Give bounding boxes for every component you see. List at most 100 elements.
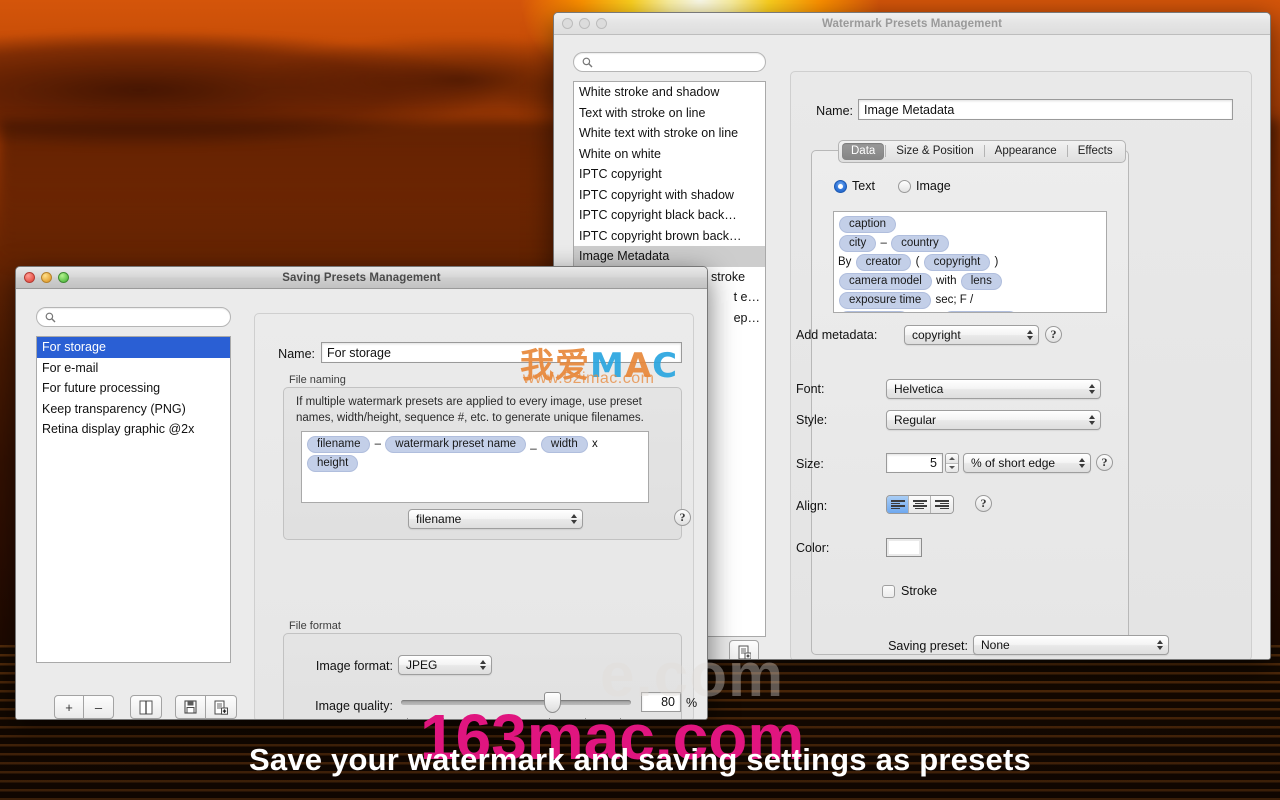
window-title: Watermark Presets Management bbox=[821, 17, 1003, 30]
saving-list-toolbar-duplicate[interactable] bbox=[130, 695, 162, 719]
image-quality-slider[interactable] bbox=[401, 692, 631, 714]
export-preset-button[interactable] bbox=[206, 695, 237, 719]
token-city[interactable]: city bbox=[839, 235, 877, 252]
align-center-button[interactable] bbox=[909, 496, 931, 513]
list-item[interactable]: Keep transparency (PNG) bbox=[37, 399, 230, 420]
radio-label-text: Text bbox=[852, 179, 875, 193]
image-format-popup[interactable]: JPEG bbox=[398, 655, 492, 675]
save-preset-button[interactable] bbox=[175, 695, 206, 719]
align-right-button[interactable] bbox=[931, 496, 953, 513]
list-item[interactable]: IPTC copyright with shadow bbox=[574, 185, 765, 206]
token-text-sec: sec; F / bbox=[935, 294, 974, 306]
radio-label-image: Image bbox=[916, 179, 951, 193]
size-unit-popup[interactable]: % of short edge bbox=[963, 453, 1091, 473]
source-radio-image[interactable]: Image bbox=[898, 179, 951, 193]
zoom-button[interactable] bbox=[596, 18, 607, 29]
source-radio-text[interactable]: Text bbox=[834, 179, 875, 193]
token-iso-speed[interactable]: ISO speed bbox=[943, 311, 1018, 312]
token-f-number[interactable]: F-number bbox=[839, 311, 909, 312]
list-item[interactable]: White on white bbox=[574, 144, 765, 165]
size-stepper[interactable] bbox=[945, 453, 959, 473]
align-help-button[interactable]: ? bbox=[975, 495, 992, 512]
list-item[interactable]: Text with stroke on line bbox=[574, 103, 765, 124]
list-item[interactable]: For e-mail bbox=[37, 358, 230, 379]
list-item[interactable]: White text with stroke on line bbox=[574, 123, 765, 144]
list-item[interactable]: Retina display graphic @2x bbox=[37, 419, 230, 440]
add-metadata-help-button[interactable]: ? bbox=[1045, 326, 1062, 343]
token-camera-model[interactable]: camera model bbox=[839, 273, 932, 290]
chevron-updown-icon bbox=[1025, 328, 1034, 342]
list-item-selected[interactable]: For storage bbox=[37, 337, 230, 358]
saving-list-toolbar-io[interactable] bbox=[175, 695, 237, 719]
align-segmented-control[interactable] bbox=[886, 495, 954, 514]
stroke-checkbox[interactable]: Stroke bbox=[882, 584, 937, 598]
token-copyright[interactable]: copyright bbox=[923, 254, 991, 271]
font-value: Helvetica bbox=[894, 382, 944, 396]
color-well[interactable] bbox=[886, 538, 922, 557]
remove-preset-button[interactable]: – bbox=[84, 695, 114, 719]
tab-appearance[interactable]: Appearance bbox=[986, 143, 1066, 160]
saving-search-input[interactable] bbox=[60, 310, 222, 324]
watermark-tabbar[interactable]: Data Size & Position Appearance Effects bbox=[838, 140, 1126, 163]
close-button[interactable] bbox=[24, 272, 35, 283]
list-item-selected[interactable]: Image Metadata bbox=[574, 246, 765, 267]
tab-size-position[interactable]: Size & Position bbox=[887, 143, 982, 160]
size-help-button[interactable]: ? bbox=[1096, 454, 1113, 471]
file-naming-help-button[interactable]: ? bbox=[674, 509, 691, 526]
token-creator[interactable]: creator bbox=[855, 254, 912, 271]
stepper-up[interactable] bbox=[946, 454, 958, 464]
saving-search-field[interactable] bbox=[36, 307, 231, 327]
saving-name-field[interactable]: For storage bbox=[321, 342, 682, 363]
size-field[interactable]: 5 bbox=[886, 453, 943, 473]
token-filename[interactable]: filename bbox=[307, 436, 371, 453]
watermark-window-titlebar[interactable]: Watermark Presets Management bbox=[554, 13, 1270, 35]
watermark-search-field[interactable] bbox=[573, 52, 766, 72]
token-caption[interactable]: caption bbox=[839, 216, 897, 233]
window-controls[interactable] bbox=[24, 272, 69, 283]
list-item[interactable]: IPTC copyright brown back… bbox=[574, 226, 765, 247]
token-width[interactable]: width bbox=[540, 436, 588, 453]
saving-list-toolbar-addremove[interactable]: + – bbox=[54, 695, 114, 719]
saving-presets-window[interactable]: Saving Presets Management For storage Fo… bbox=[15, 266, 708, 720]
export-icon bbox=[738, 645, 751, 659]
align-left-button[interactable] bbox=[887, 496, 909, 513]
stepper-down[interactable] bbox=[946, 463, 958, 472]
add-preset-button[interactable]: + bbox=[54, 695, 84, 719]
file-naming-token-area[interactable]: filename – watermark preset name _ width… bbox=[301, 431, 649, 503]
token-lens[interactable]: lens bbox=[960, 273, 1002, 290]
duplicate-preset-button[interactable] bbox=[130, 695, 162, 719]
minimize-button[interactable] bbox=[41, 272, 52, 283]
window-controls[interactable] bbox=[562, 18, 607, 29]
add-metadata-popup[interactable]: copyright bbox=[904, 325, 1039, 345]
minimize-button[interactable] bbox=[579, 18, 590, 29]
token-exposure-time[interactable]: exposure time bbox=[839, 292, 932, 309]
zoom-button[interactable] bbox=[58, 272, 69, 283]
style-popup[interactable]: Regular bbox=[886, 410, 1101, 430]
save-icon bbox=[184, 700, 197, 714]
token-height[interactable]: height bbox=[307, 455, 359, 472]
font-popup[interactable]: Helvetica bbox=[886, 379, 1101, 399]
watermark-list-toolbar[interactable] bbox=[729, 640, 759, 659]
saving-name-value: For storage bbox=[327, 345, 391, 360]
token-country[interactable]: country bbox=[891, 235, 949, 252]
watermark-text-token-area[interactable]: caption city – country By creator ( copy… bbox=[833, 211, 1107, 313]
slider-knob[interactable] bbox=[544, 692, 561, 713]
watermark-name-field[interactable]: Image Metadata bbox=[858, 99, 1233, 120]
tab-separator bbox=[1066, 145, 1068, 157]
image-quality-field[interactable]: 80 bbox=[641, 692, 681, 712]
export-button[interactable] bbox=[729, 640, 759, 659]
close-button[interactable] bbox=[562, 18, 573, 29]
list-item[interactable]: For future processing bbox=[37, 378, 230, 399]
add-filename-token-popup[interactable]: filename bbox=[408, 509, 583, 529]
token-watermark-preset-name[interactable]: watermark preset name bbox=[385, 436, 527, 453]
tab-effects[interactable]: Effects bbox=[1069, 143, 1122, 160]
saving-window-titlebar[interactable]: Saving Presets Management bbox=[16, 267, 707, 289]
list-item[interactable]: White stroke and shadow bbox=[574, 82, 765, 103]
watermark-search-input[interactable] bbox=[597, 55, 757, 69]
saving-preset-list[interactable]: For storage For e-mail For future proces… bbox=[36, 336, 231, 663]
color-label: Color: bbox=[796, 541, 830, 555]
list-item[interactable]: IPTC copyright bbox=[574, 164, 765, 185]
tab-data[interactable]: Data bbox=[842, 143, 885, 160]
list-item[interactable]: IPTC copyright black back… bbox=[574, 205, 765, 226]
saving-preset-popup[interactable]: None bbox=[973, 635, 1169, 655]
